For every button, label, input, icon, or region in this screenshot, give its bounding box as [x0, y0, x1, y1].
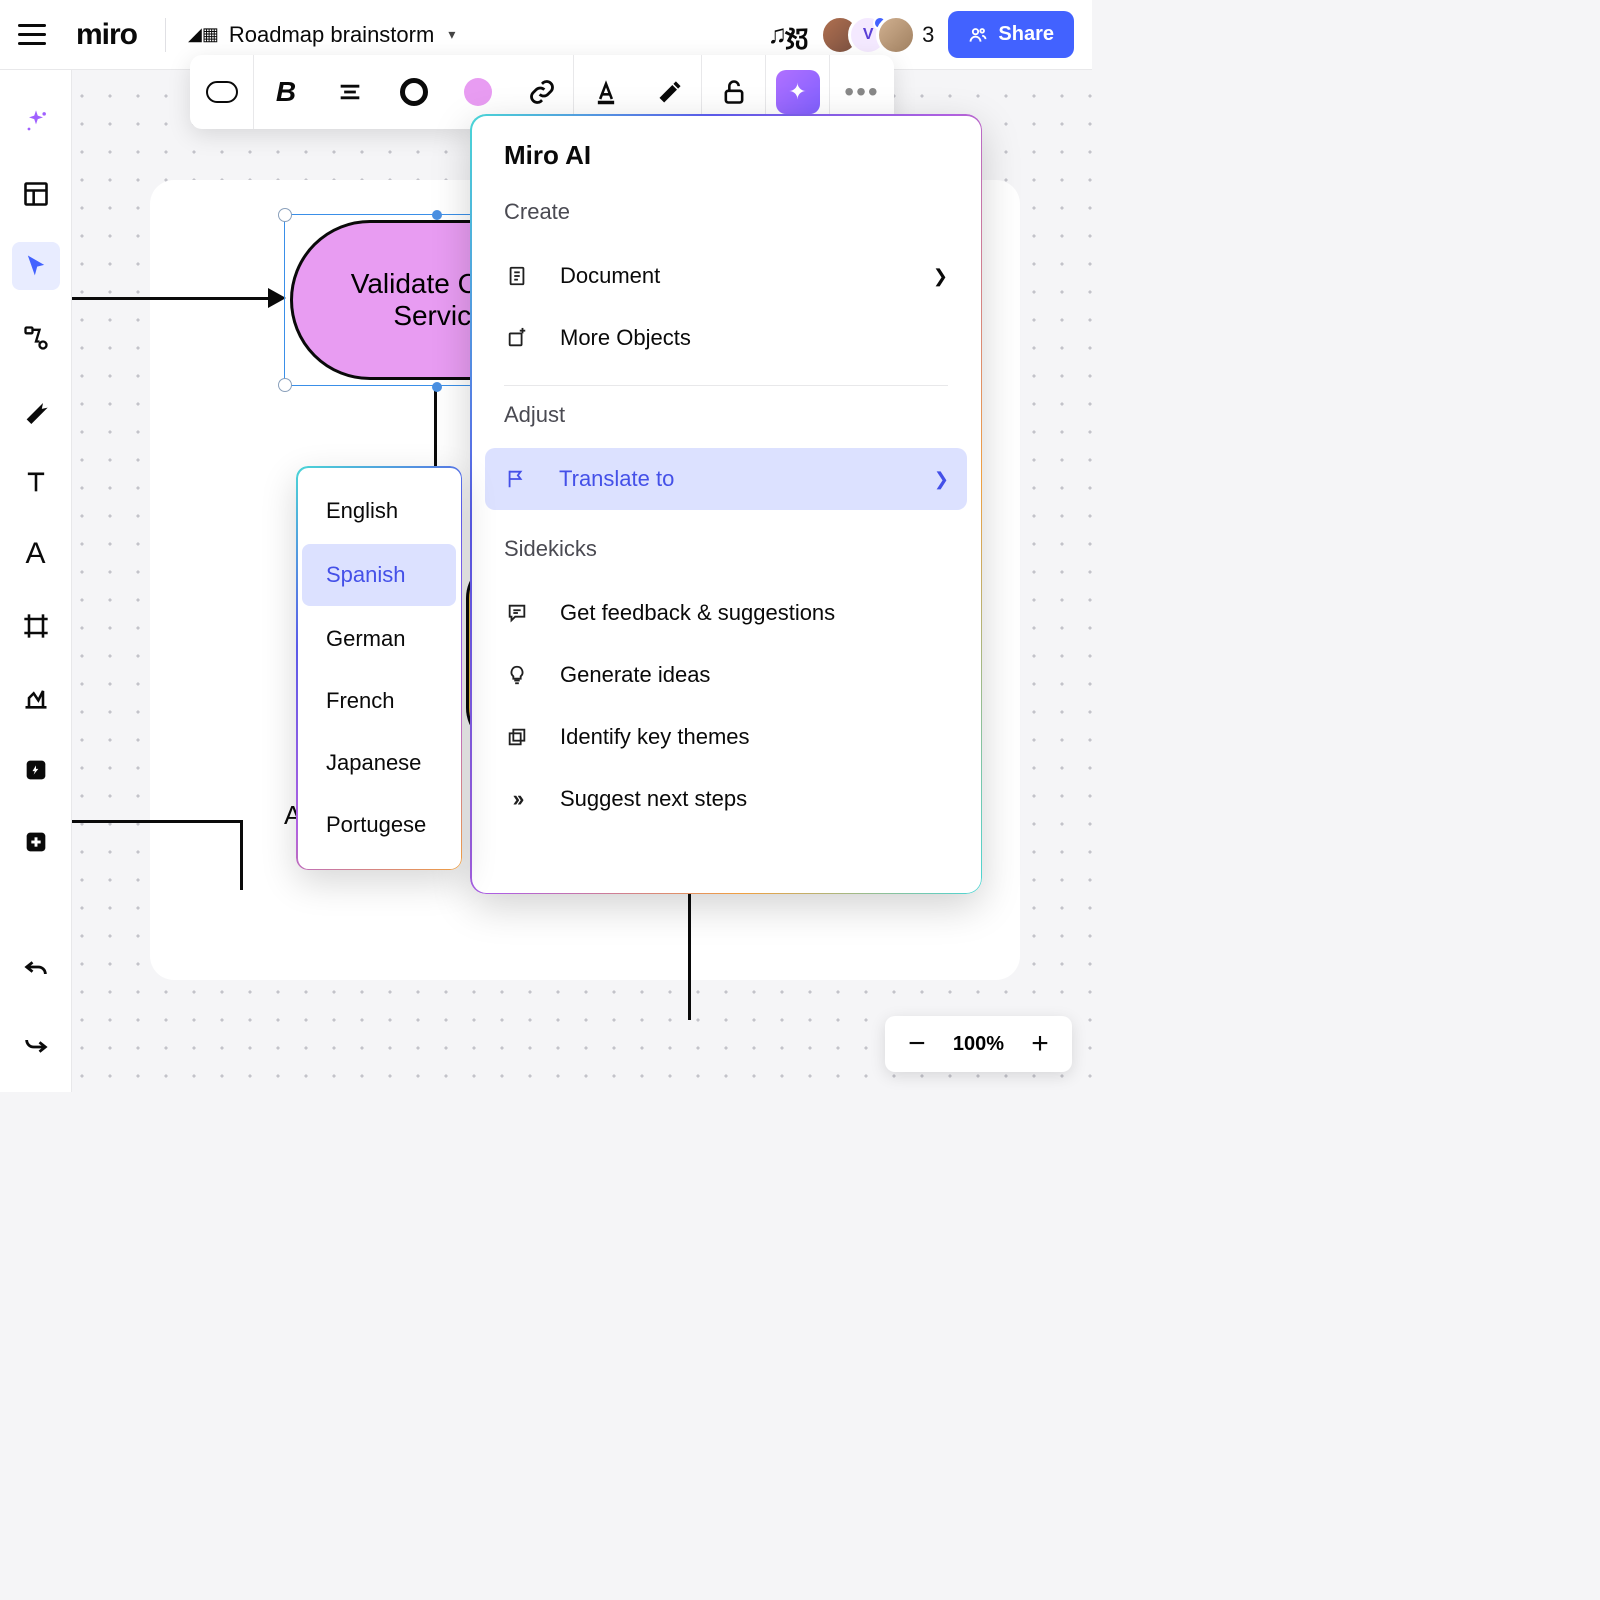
divider [165, 18, 166, 52]
ai-sparkle-tool[interactable] [12, 98, 60, 146]
selection-midpoint[interactable] [432, 210, 442, 220]
undo-button[interactable] [12, 950, 60, 998]
connector-line[interactable] [72, 297, 272, 300]
ai-item-themes[interactable]: Identify key themes [486, 706, 966, 768]
avatar[interactable] [876, 15, 916, 55]
ai-item-label: Get feedback & suggestions [560, 600, 835, 626]
shape-tool[interactable]: A [12, 530, 60, 578]
layers-icon [504, 726, 530, 748]
language-option-spanish[interactable]: Spanish [302, 544, 456, 606]
collaborators[interactable]: V 3 [820, 15, 934, 55]
flag-icon [503, 468, 529, 490]
ai-item-more-objects[interactable]: More Objects [486, 307, 966, 369]
shape-type-button[interactable] [190, 55, 254, 129]
divider [504, 385, 948, 386]
align-button[interactable] [318, 55, 382, 129]
connector-line[interactable] [688, 890, 691, 1020]
people-icon [968, 25, 988, 45]
share-button[interactable]: Share [948, 11, 1074, 58]
zoom-percent[interactable]: 100% [941, 1033, 1016, 1056]
language-option-japanese[interactable]: Japanese [296, 732, 462, 794]
language-submenu: English Spanish German French Japanese P… [296, 466, 462, 870]
connector-tool[interactable] [12, 386, 60, 434]
language-option-french[interactable]: French [296, 670, 462, 732]
zoom-control: − 100% + [885, 1016, 1072, 1072]
ai-item-label: Generate ideas [560, 662, 710, 688]
text-tool[interactable] [12, 458, 60, 506]
ai-section-adjust: Adjust [504, 402, 948, 428]
miro-logo[interactable]: miro [76, 18, 137, 52]
language-option-english[interactable]: English [296, 480, 462, 542]
border-color-button[interactable] [382, 55, 446, 129]
ai-item-label: More Objects [560, 325, 691, 351]
language-option-portugese[interactable]: Portugese [296, 794, 462, 856]
frame-tool[interactable] [12, 602, 60, 650]
forward-icon: ›› [504, 786, 530, 812]
chevron-right-icon: ❯ [934, 469, 949, 490]
lightbulb-icon [504, 664, 530, 686]
connector-line[interactable] [240, 820, 243, 890]
chart-tool[interactable] [12, 674, 60, 722]
ai-item-document[interactable]: Document ❯ [486, 245, 966, 307]
board-title-text: Roadmap brainstorm [229, 22, 434, 48]
avatar-count: 3 [922, 22, 934, 48]
reactions-icon[interactable]: ♫ჯჳ [768, 19, 807, 50]
zoom-out-button[interactable]: − [893, 1020, 941, 1068]
select-tool[interactable] [12, 242, 60, 290]
ai-section-sidekicks: Sidekicks [504, 536, 948, 562]
chevron-down-icon: ▾ [448, 26, 455, 43]
add-tool[interactable] [12, 818, 60, 866]
menu-button[interactable] [18, 20, 48, 50]
selection-handle[interactable] [278, 208, 292, 222]
language-option-german[interactable]: German [296, 608, 462, 670]
ai-section-create: Create [504, 199, 948, 225]
bold-button[interactable]: B [254, 55, 318, 129]
ai-item-label: Identify key themes [560, 724, 750, 750]
chevron-right-icon: ❯ [933, 266, 948, 287]
selection-handle[interactable] [278, 378, 292, 392]
board-icon: ◢▦ [188, 24, 219, 45]
ai-item-label: Document [560, 263, 660, 289]
ai-item-translate[interactable]: Translate to ❯ [485, 448, 967, 510]
ai-item-feedback[interactable]: Get feedback & suggestions [486, 582, 966, 644]
diagram-tool[interactable] [12, 314, 60, 362]
app-tool[interactable] [12, 746, 60, 794]
ai-panel-title: Miro AI [504, 140, 948, 171]
board-title-dropdown[interactable]: ◢▦ Roadmap brainstorm ▾ [188, 22, 455, 48]
document-icon [504, 265, 530, 287]
zoom-in-button[interactable]: + [1016, 1020, 1064, 1068]
ai-item-label: Suggest next steps [560, 786, 747, 812]
add-object-icon [504, 327, 530, 349]
ai-item-ideas[interactable]: Generate ideas [486, 644, 966, 706]
connector-line[interactable] [72, 820, 242, 823]
ai-item-next-steps[interactable]: ›› Suggest next steps [486, 768, 966, 830]
chat-icon [504, 602, 530, 624]
template-tool[interactable] [12, 170, 60, 218]
share-label: Share [998, 23, 1054, 46]
left-toolbar: A [0, 70, 72, 1092]
selection-midpoint[interactable] [432, 382, 442, 392]
redo-button[interactable] [12, 1016, 60, 1064]
miro-ai-panel: Miro AI Create Document ❯ More Objects A… [470, 114, 982, 894]
ai-item-label: Translate to [559, 466, 674, 492]
